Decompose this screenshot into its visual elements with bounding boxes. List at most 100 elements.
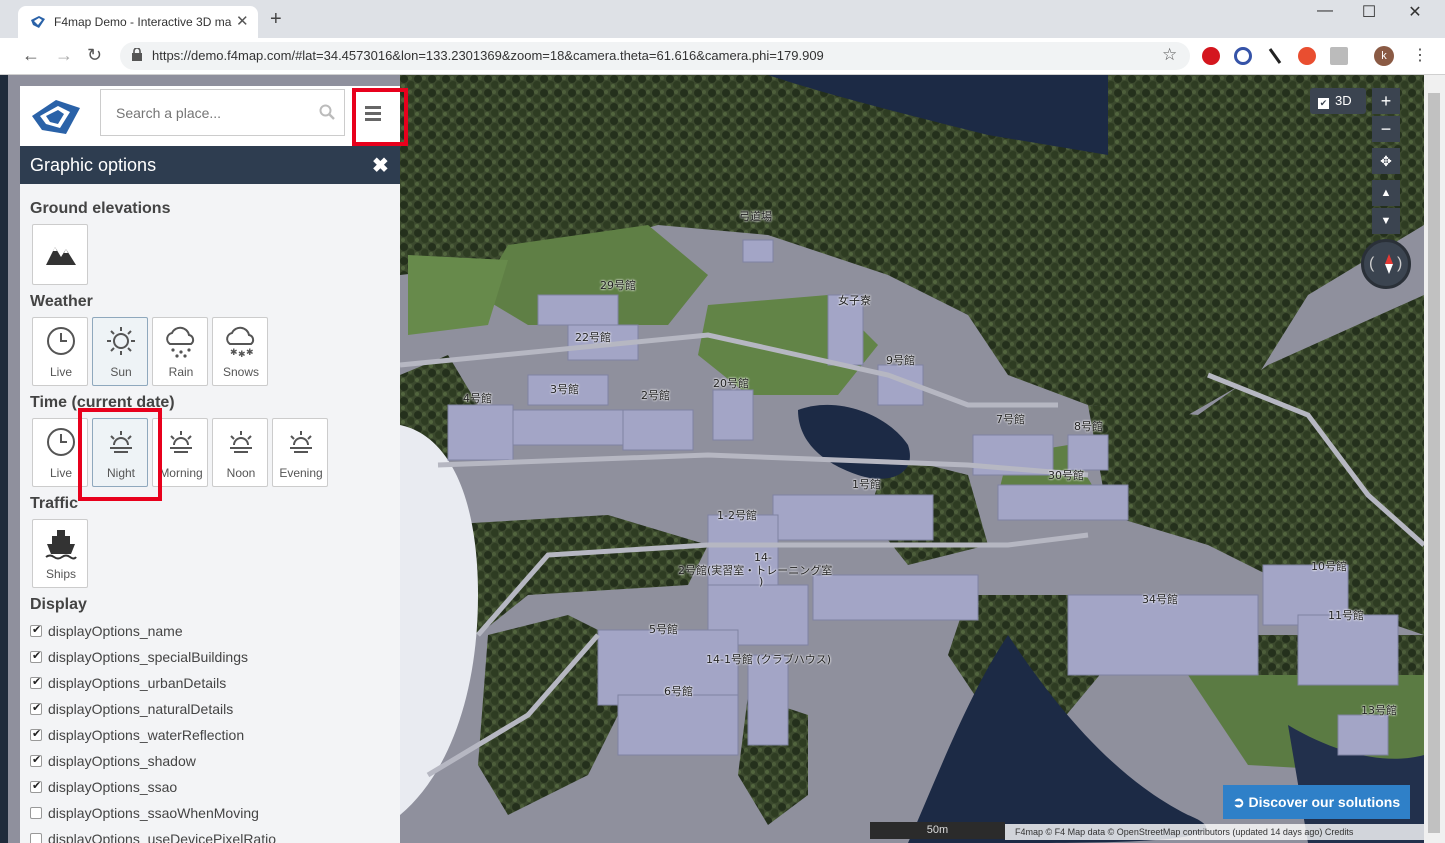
f4map-favicon-icon <box>31 16 45 28</box>
checkbox[interactable] <box>30 779 42 793</box>
scrollbar-thumb[interactable] <box>1428 93 1440 833</box>
tilt-up-icon[interactable]: ▲ <box>1372 180 1400 206</box>
zoom-out-button[interactable]: − <box>1372 116 1400 142</box>
close-tab-icon[interactable]: ✕ <box>236 12 249 30</box>
compass-needle-south-icon <box>1385 264 1393 274</box>
checkbox-icon: ✔ <box>1318 98 1329 109</box>
display-option-label: displayOptions_name <box>48 623 183 639</box>
checkbox[interactable] <box>30 701 42 715</box>
maximize-icon[interactable]: ☐ <box>1346 2 1392 22</box>
checkbox[interactable] <box>30 833 42 843</box>
display-option-label: displayOptions_urbanDetails <box>48 675 227 691</box>
map-label: 34号館 <box>1142 593 1178 606</box>
checkbox[interactable] <box>30 727 42 741</box>
rotate-left-icon[interactable]: ( <box>1369 255 1374 273</box>
zoom-in-button[interactable]: + <box>1372 88 1400 114</box>
map-label: 4号館 <box>463 392 492 405</box>
locate-icon[interactable]: ✥ <box>1372 148 1400 174</box>
new-tab-button[interactable]: + <box>270 8 282 31</box>
shield-extension-icon[interactable] <box>1298 47 1316 65</box>
f4map-logo-icon[interactable] <box>30 94 82 138</box>
map-label: 10号館 <box>1311 560 1347 573</box>
map-label: 2号館 <box>641 389 670 402</box>
checkbox[interactable] <box>30 623 42 637</box>
back-icon[interactable]: ← <box>22 45 40 66</box>
toggle-3d-button[interactable]: ✔ 3D <box>1310 88 1366 114</box>
map-label: 7号館 <box>996 413 1025 426</box>
svg-text:✱: ✱ <box>246 348 254 358</box>
tab-title: F4map Demo - Interactive 3D ma <box>54 15 232 29</box>
address-bar[interactable]: https://demo.f4map.com/#lat=34.4573016&l… <box>120 42 1190 70</box>
display-option-label: displayOptions_ssao <box>48 779 178 795</box>
section-weather: Weather <box>30 293 93 310</box>
sun-icon <box>107 327 135 355</box>
browser-menu-icon[interactable]: ⋮ <box>1412 45 1428 65</box>
window-close-icon[interactable]: ✕ <box>1392 2 1438 22</box>
map-label: 8号館 <box>1074 420 1103 433</box>
section-display: Display <box>30 596 87 613</box>
browser-tab[interactable]: F4map Demo - Interactive 3D ma ✕ <box>18 6 258 38</box>
profile-avatar[interactable]: k <box>1374 46 1394 66</box>
panel-title: Graphic options <box>30 155 157 175</box>
map-label: 29号館 <box>600 279 636 292</box>
rotate-right-icon[interactable]: ) <box>1397 255 1402 273</box>
clock-icon <box>47 327 75 355</box>
time-evening-button[interactable]: Evening <box>272 418 328 487</box>
svg-text:✱: ✱ <box>238 350 246 358</box>
time-evening-label: Evening <box>279 466 323 480</box>
sun-evening-icon <box>290 431 312 453</box>
page-scrollbar[interactable] <box>1424 75 1445 843</box>
checkbox[interactable] <box>30 675 42 689</box>
compass-control[interactable]: ( ) <box>1361 239 1411 289</box>
tab-strip: F4map Demo - Interactive 3D ma ✕ + — ☐ ✕ <box>0 0 1445 38</box>
weather-rain-button[interactable]: Rain <box>152 317 208 386</box>
discover-solutions-button[interactable]: ➲ Discover our solutions <box>1223 785 1410 819</box>
sunrise-icon <box>170 431 192 453</box>
display-option-label: displayOptions_specialBuildings <box>48 649 249 665</box>
highlight-box-menu <box>352 88 408 146</box>
ground-elevations-toggle[interactable] <box>32 224 88 285</box>
map-label: 14-1号館 (クラブハウス) <box>706 653 832 666</box>
map-label: 20号館 <box>713 377 749 390</box>
bookmark-star-icon[interactable]: ☆ <box>1162 45 1177 65</box>
display-option-label: displayOptions_naturalDetails <box>48 701 234 717</box>
sun-horizon-icon <box>230 431 252 453</box>
checkbox[interactable] <box>30 753 42 767</box>
search-box[interactable] <box>100 89 345 136</box>
panel-header: Graphic options ✖ <box>20 146 400 184</box>
checkbox[interactable] <box>30 649 42 663</box>
weather-sun-button[interactable]: Sun <box>92 317 148 386</box>
weather-live-button[interactable]: Live <box>32 317 88 386</box>
time-noon-button[interactable]: Noon <box>212 418 268 487</box>
search-input[interactable] <box>101 90 311 135</box>
mountain-icon <box>46 247 76 265</box>
clock-icon <box>47 428 75 456</box>
desktop-background <box>0 75 8 843</box>
rain-cloud-icon <box>166 326 195 358</box>
traffic-ships-label: Ships <box>45 567 77 581</box>
tilt-down-icon[interactable]: ▼ <box>1372 208 1400 234</box>
map-label: 1-2号館 <box>717 509 757 522</box>
ship-icon <box>45 530 77 560</box>
map-label: 弓道場 <box>739 210 772 223</box>
minimize-icon[interactable]: — <box>1302 2 1348 20</box>
traffic-ships-button[interactable]: Ships <box>32 519 88 588</box>
checkbox[interactable] <box>30 807 42 819</box>
scale-bar: 50m <box>870 822 1005 839</box>
section-traffic: Traffic <box>30 495 79 512</box>
display-option-label: displayOptions_useDevicePixelRatio <box>48 831 277 843</box>
forward-icon[interactable]: → <box>55 45 73 66</box>
search-icon[interactable] <box>319 104 335 120</box>
block-icon[interactable] <box>1234 47 1252 65</box>
snow-cloud-icon: ✱ ✱ ✱ <box>226 326 255 358</box>
lock-icon <box>132 48 142 61</box>
map-label: 30号館 <box>1048 469 1084 482</box>
close-panel-icon[interactable]: ✖ <box>372 153 389 178</box>
slash-extension-icon[interactable] <box>1266 47 1284 65</box>
time-noon-label: Noon <box>226 466 256 480</box>
adblock-icon[interactable] <box>1202 47 1220 65</box>
weather-snow-button[interactable]: ✱ ✱ ✱ Snows <box>212 317 268 386</box>
map-attribution[interactable]: F4map © F4 Map data © OpenStreetMap cont… <box>1005 824 1424 840</box>
reload-icon[interactable]: ↻ <box>87 45 102 66</box>
download-extension-icon[interactable] <box>1330 47 1348 65</box>
